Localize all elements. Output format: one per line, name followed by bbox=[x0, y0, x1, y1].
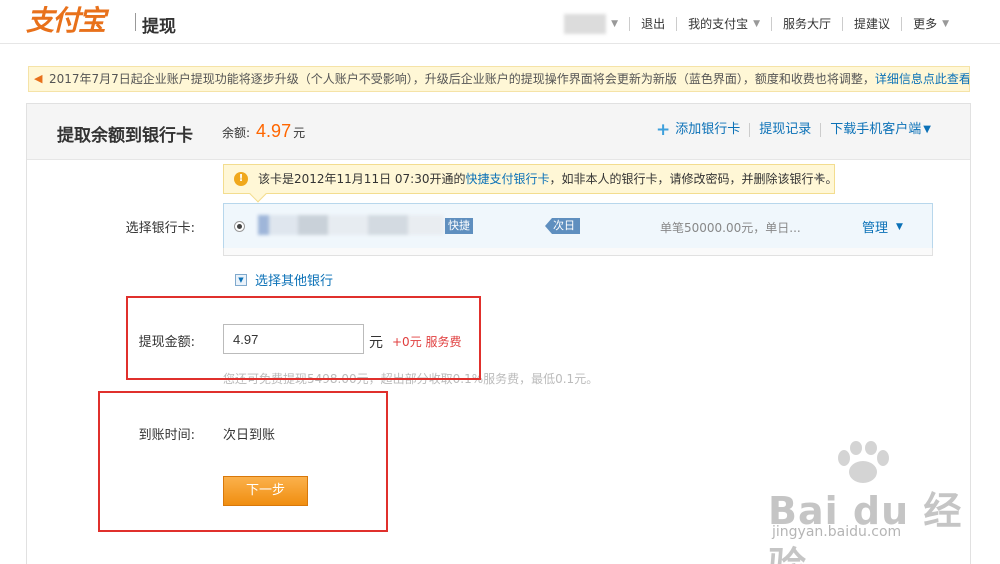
free-quota-hint: 您还可免费提现5498.00元，超出部分收取0.1%服务费，最低0.1元。 bbox=[223, 372, 599, 386]
balance: 余额: 4.97 元 bbox=[222, 121, 305, 142]
logo-text: 支付宝 bbox=[26, 4, 106, 37]
balance-label: 余额: bbox=[222, 126, 251, 140]
logout-label: 退出 bbox=[641, 17, 666, 31]
add-card-label: 添加银行卡 bbox=[675, 122, 741, 137]
amount-unit: 元 bbox=[369, 335, 383, 351]
my-alipay-label: 我的支付宝 bbox=[688, 17, 749, 31]
chevron-down-icon: ▼ bbox=[753, 19, 761, 29]
card-warning: ! 该卡是2012年11月11日 07:30开通的快捷支付银行卡，如非本人的银行… bbox=[223, 163, 838, 203]
manage-label: 管理 bbox=[862, 221, 889, 236]
close-icon[interactable]: × bbox=[814, 163, 824, 191]
panel-links: + 添加银行卡 提现记录 下载手机客户端 ▼ bbox=[647, 120, 940, 140]
card-list-edge bbox=[223, 248, 933, 256]
chevron-down-icon: ▼ bbox=[896, 221, 903, 232]
alipay-logo[interactable]: 支付宝 bbox=[26, 2, 106, 38]
more-label: 更多 bbox=[913, 17, 938, 31]
card-limit-text: 单笔50000.00元，单日... bbox=[660, 221, 801, 235]
bubble-arrow bbox=[249, 185, 267, 203]
logout-link[interactable]: 退出 bbox=[629, 17, 676, 31]
watermark-text: Bai du 经验 bbox=[768, 489, 963, 564]
top-header: 支付宝 提现 ▼ 退出 我的支付宝 ▼ 服务大厅 提建议 更多 ▼ bbox=[0, 0, 1000, 44]
add-card-link[interactable]: + 添加银行卡 bbox=[647, 120, 749, 140]
chevron-down-icon: ▼ bbox=[942, 19, 949, 29]
my-alipay-menu[interactable]: 我的支付宝 ▼ bbox=[676, 17, 771, 31]
speaker-icon: ◀ bbox=[34, 72, 43, 85]
notice-text: 2017年7月7日起企业账户提现功能将逐步升级（个人账户不受影响），升级后企业账… bbox=[49, 72, 875, 86]
select-other-bank[interactable]: ▼ 选择其他银行 bbox=[235, 270, 333, 289]
plus-icon: + bbox=[656, 120, 671, 140]
panel-title: 提取余额到银行卡 bbox=[57, 126, 193, 146]
bank-card-option[interactable]: 快捷 次日 单笔50000.00元，单日... 管理 ▼ bbox=[223, 203, 933, 249]
suggestion-label: 提建议 bbox=[854, 17, 891, 31]
notice-bar: ◀ 2017年7月7日起企业账户提现功能将逐步升级（个人账户不受影响），升级后企… bbox=[28, 66, 970, 92]
more-menu[interactable]: 更多 ▼ bbox=[901, 17, 960, 31]
service-fee: +0元 服务费 bbox=[392, 335, 462, 349]
expand-icon: ▼ bbox=[235, 273, 247, 286]
service-hall-label: 服务大厅 bbox=[783, 17, 832, 31]
amount-label: 提现金额: bbox=[138, 335, 195, 350]
username-redacted bbox=[564, 14, 607, 34]
suggestion-link[interactable]: 提建议 bbox=[842, 17, 901, 31]
notice-detail-link[interactable]: 详细信息点此查看 bbox=[875, 72, 969, 86]
other-bank-label: 选择其他银行 bbox=[255, 274, 334, 289]
manage-dropdown[interactable]: 管理 ▼ bbox=[862, 217, 903, 236]
quick-pay-card-link[interactable]: 快捷支付银行卡 bbox=[465, 172, 549, 186]
warning-text: 该卡是2012年11月11日 07:30开通的 bbox=[258, 172, 466, 186]
warning-icon: ! bbox=[234, 172, 248, 186]
next-day-badge: 次日 bbox=[545, 218, 580, 234]
chevron-down-icon: ▼ bbox=[923, 124, 931, 135]
download-app-link[interactable]: 下载手机客户端 ▼ bbox=[820, 123, 940, 137]
records-label: 提现记录 bbox=[759, 122, 812, 137]
arrival-label: 到账时间: bbox=[138, 428, 195, 443]
records-link[interactable]: 提现记录 bbox=[749, 123, 820, 137]
user-menu[interactable]: ▼ bbox=[553, 14, 629, 34]
quick-pay-badge: 快捷 bbox=[445, 218, 473, 234]
divider bbox=[135, 13, 136, 31]
service-hall-link[interactable]: 服务大厅 bbox=[771, 17, 842, 31]
download-label: 下载手机客户端 bbox=[830, 122, 922, 137]
arrival-value: 次日到账 bbox=[223, 428, 276, 443]
card-radio[interactable] bbox=[234, 221, 245, 232]
top-nav: ▼ 退出 我的支付宝 ▼ 服务大厅 提建议 更多 ▼ bbox=[553, 14, 960, 34]
baidu-watermark: Bai du 经验 jingyan.baidu.com bbox=[764, 440, 984, 564]
warning-text-tail: ，如非本人的银行卡，请修改密码，并删除该银行卡。 bbox=[549, 172, 838, 186]
select-card-label: 选择银行卡: bbox=[125, 221, 195, 236]
bank-card-number-redacted bbox=[258, 215, 444, 235]
amount-input[interactable] bbox=[223, 324, 364, 354]
panel-header: 提取余额到银行卡 余额: 4.97 元 + 添加银行卡 提现记录 下载手机客户端… bbox=[27, 104, 970, 160]
watermark-url: jingyan.baidu.com bbox=[772, 524, 902, 540]
balance-amount: 4.97 bbox=[256, 121, 292, 141]
page-title: 提现 bbox=[142, 17, 176, 37]
chevron-down-icon: ▼ bbox=[611, 19, 619, 29]
balance-unit: 元 bbox=[293, 126, 306, 140]
next-step-button[interactable]: 下一步 bbox=[223, 476, 308, 506]
